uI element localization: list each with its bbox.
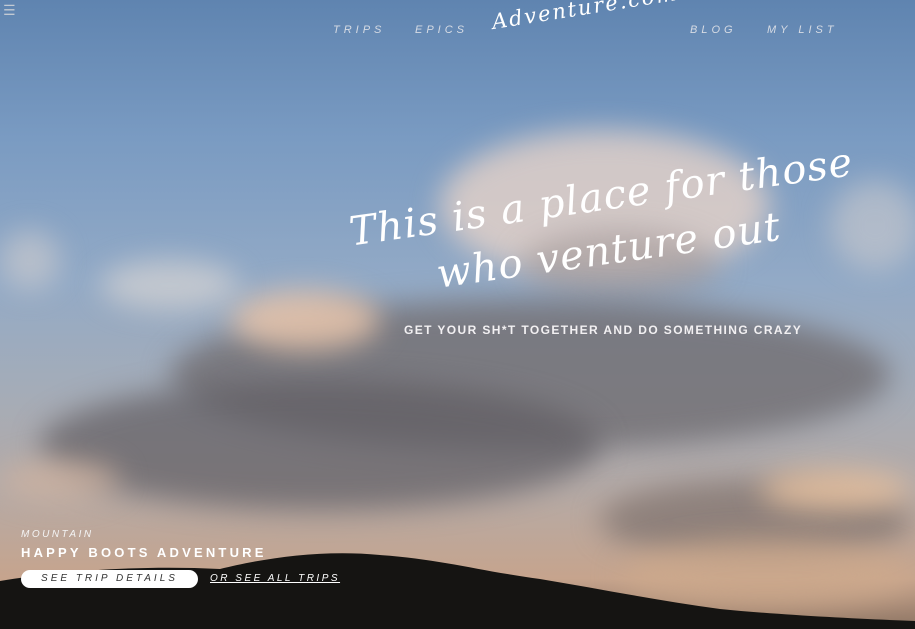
- nav-blog[interactable]: BLOG: [690, 24, 737, 36]
- cloud: [760, 470, 910, 510]
- see-all-trips-link[interactable]: OR SEE ALL TRIPS: [210, 573, 340, 584]
- nav-trips[interactable]: TRIPS: [333, 24, 385, 36]
- nav-my-list[interactable]: MY LIST: [767, 24, 838, 36]
- cloud: [0, 230, 60, 290]
- trip-title: HAPPY BOOTS ADVENTURE: [21, 545, 267, 560]
- hamburger-icon[interactable]: ☰: [3, 4, 16, 18]
- hero-subhead: GET YOUR SH*T TOGETHER AND DO SOMETHING …: [404, 323, 803, 337]
- cloud: [0, 460, 120, 500]
- hero-section: ☰ TRIPS EPICS Adventure.com BLOG MY LIST…: [0, 0, 915, 629]
- site-logo[interactable]: Adventure.com: [490, 0, 679, 34]
- trip-category: MOUNTAIN: [21, 529, 94, 540]
- cloud: [40, 380, 600, 510]
- see-trip-details-button[interactable]: SEE TRIP DETAILS: [21, 570, 198, 588]
- cloud: [100, 260, 240, 310]
- nav-epics[interactable]: EPICS: [415, 24, 468, 36]
- mountain-silhouette: [0, 553, 915, 629]
